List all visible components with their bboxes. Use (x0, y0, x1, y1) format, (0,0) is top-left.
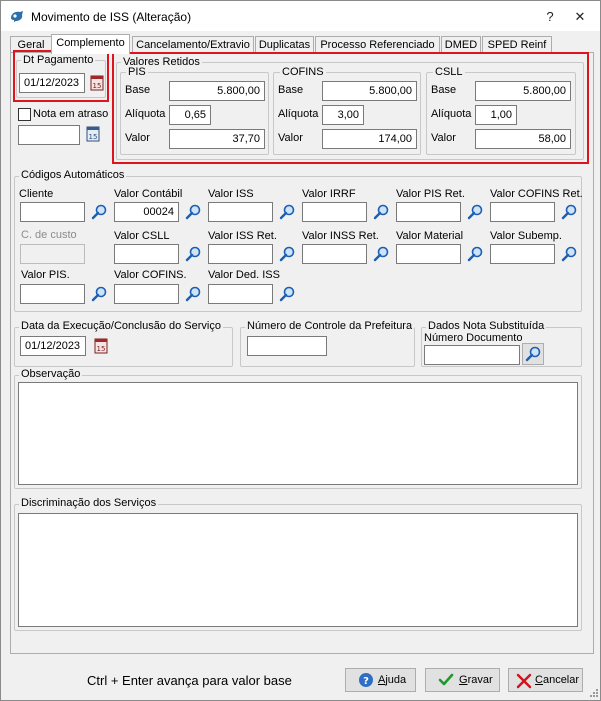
calendar-icon[interactable]: 15 (92, 337, 110, 355)
codigos-automaticos-label: Códigos Automáticos (19, 169, 127, 181)
search-icon[interactable] (372, 203, 390, 221)
nota-atraso-label: Nota em atraso (33, 108, 109, 120)
valor-iss-label: Valor ISS (208, 188, 254, 200)
close-title-button[interactable]: ✕ (567, 7, 593, 27)
search-icon[interactable] (184, 285, 202, 303)
c-custo-label: C. de custo (21, 229, 77, 241)
valor-pis-ret-label: Valor PIS Ret. (396, 188, 465, 200)
valor-material-input[interactable] (396, 244, 461, 264)
numero-documento-label: Número Documento (424, 332, 523, 344)
tab-label: Duplicatas (258, 39, 311, 51)
search-icon[interactable] (560, 245, 578, 263)
svg-text:15: 15 (89, 133, 98, 141)
ajuda-label: juda (385, 674, 407, 686)
cancelar-accel: C (535, 674, 543, 686)
cancel-icon (516, 673, 532, 689)
calendar-icon[interactable]: 15 (84, 125, 102, 143)
valor-subemp-input[interactable] (490, 244, 555, 264)
valor-csll-label: Valor CSLL (114, 230, 170, 242)
search-icon[interactable] (278, 285, 296, 303)
valor-iss-input[interactable] (208, 202, 273, 222)
discriminacao-textarea[interactable] (18, 513, 578, 627)
num-controle-input[interactable] (247, 336, 327, 356)
valor-ded-iss-label: Valor Ded. ISS (208, 269, 280, 281)
numero-documento-search-button[interactable] (522, 343, 544, 365)
close-icon: ✕ (574, 9, 586, 24)
ajuda-button[interactable]: ? Ajuda (345, 668, 416, 692)
svg-text:15: 15 (97, 345, 106, 353)
svg-text:?: ? (363, 676, 369, 687)
valor-iss-ret-input[interactable] (208, 244, 273, 264)
search-icon[interactable] (184, 245, 202, 263)
valor-inss-ret-input[interactable] (302, 244, 367, 264)
footer-hint: Ctrl + Enter avança para valor base (87, 673, 292, 688)
help-icon: ? (546, 9, 554, 24)
nota-atraso-date-input[interactable] (18, 125, 80, 145)
valor-cofins-ret-input[interactable] (490, 202, 555, 222)
cliente-label: Cliente (19, 188, 54, 200)
valor-pis-input[interactable] (20, 284, 85, 304)
search-icon[interactable] (278, 203, 296, 221)
title-bar: Movimento de ISS (Alteração) ? ✕ (1, 1, 600, 31)
num-controle-label: Número de Controle da Prefeitura (245, 320, 415, 332)
c-custo-input (20, 244, 85, 264)
valor-subemp-label: Valor Subemp. (490, 230, 562, 242)
valor-contabil-input[interactable]: 00024 (114, 202, 179, 222)
data-execucao-input[interactable]: 01/12/2023 (20, 336, 86, 356)
nota-atraso-checkbox[interactable] (18, 108, 31, 121)
cancelar-label: ancelar (542, 674, 580, 686)
tab-label: Complemento (56, 37, 125, 49)
gravar-accel: G (459, 674, 468, 686)
window-title: Movimento de ISS (Alteração) (31, 10, 192, 24)
help-title-button[interactable]: ? (537, 7, 563, 27)
tab-label: SPED Reinf (487, 39, 547, 51)
valor-pis-label: Valor PIS. (21, 269, 70, 281)
tab-label: Processo Referenciado (320, 39, 435, 51)
search-icon[interactable] (184, 203, 202, 221)
search-icon[interactable] (90, 203, 108, 221)
check-icon (438, 673, 454, 686)
valor-ded-iss-input[interactable] (208, 284, 273, 304)
dialog-window: Movimento de ISS (Alteração) ? ✕ Geral C… (0, 0, 601, 701)
valor-pis-ret-input[interactable] (396, 202, 461, 222)
cancelar-button[interactable]: Cancelar (508, 668, 583, 692)
search-icon[interactable] (90, 285, 108, 303)
valor-cofins-input[interactable] (114, 284, 179, 304)
search-icon[interactable] (278, 245, 296, 263)
resize-grip-icon[interactable] (587, 688, 599, 700)
valor-irrf-label: Valor IRRF (302, 188, 356, 200)
search-icon (525, 346, 541, 362)
observacao-textarea[interactable] (18, 382, 578, 485)
search-icon[interactable] (372, 245, 390, 263)
valor-contabil-label: Valor Contábil (114, 188, 183, 200)
highlight-dt-pagamento (13, 50, 109, 102)
gravar-button[interactable]: Gravar (425, 668, 500, 692)
help-icon: ? (359, 673, 373, 687)
tab-label: Cancelamento/Extravio (136, 39, 250, 51)
valor-material-label: Valor Material (396, 230, 464, 242)
valor-irrf-input[interactable] (302, 202, 367, 222)
data-execucao-label: Data da Execução/Conclusão do Serviço (19, 320, 223, 332)
gravar-label: ravar (467, 674, 493, 686)
search-icon[interactable] (466, 245, 484, 263)
tab-label: DMED (444, 39, 478, 51)
tab-complemento[interactable]: Complemento (51, 34, 130, 54)
valor-csll-input[interactable] (114, 244, 179, 264)
search-icon[interactable] (560, 203, 578, 221)
cliente-input[interactable] (20, 202, 85, 222)
valor-iss-ret-label: Valor ISS Ret. (208, 230, 277, 242)
discriminacao-label: Discriminação dos Serviços (19, 497, 159, 509)
valor-cofins-ret-label: Valor COFINS Ret. (490, 188, 583, 200)
highlight-valores-retidos (112, 52, 589, 164)
nota-substituida-label: Dados Nota Substituída (426, 320, 547, 332)
observacao-label: Observação (19, 368, 83, 380)
valor-inss-ret-label: Valor INSS Ret. (302, 230, 379, 242)
search-icon[interactable] (466, 203, 484, 221)
valor-cofins-label: Valor COFINS. (114, 269, 187, 281)
app-icon (11, 11, 23, 22)
numero-documento-input[interactable] (424, 345, 520, 365)
